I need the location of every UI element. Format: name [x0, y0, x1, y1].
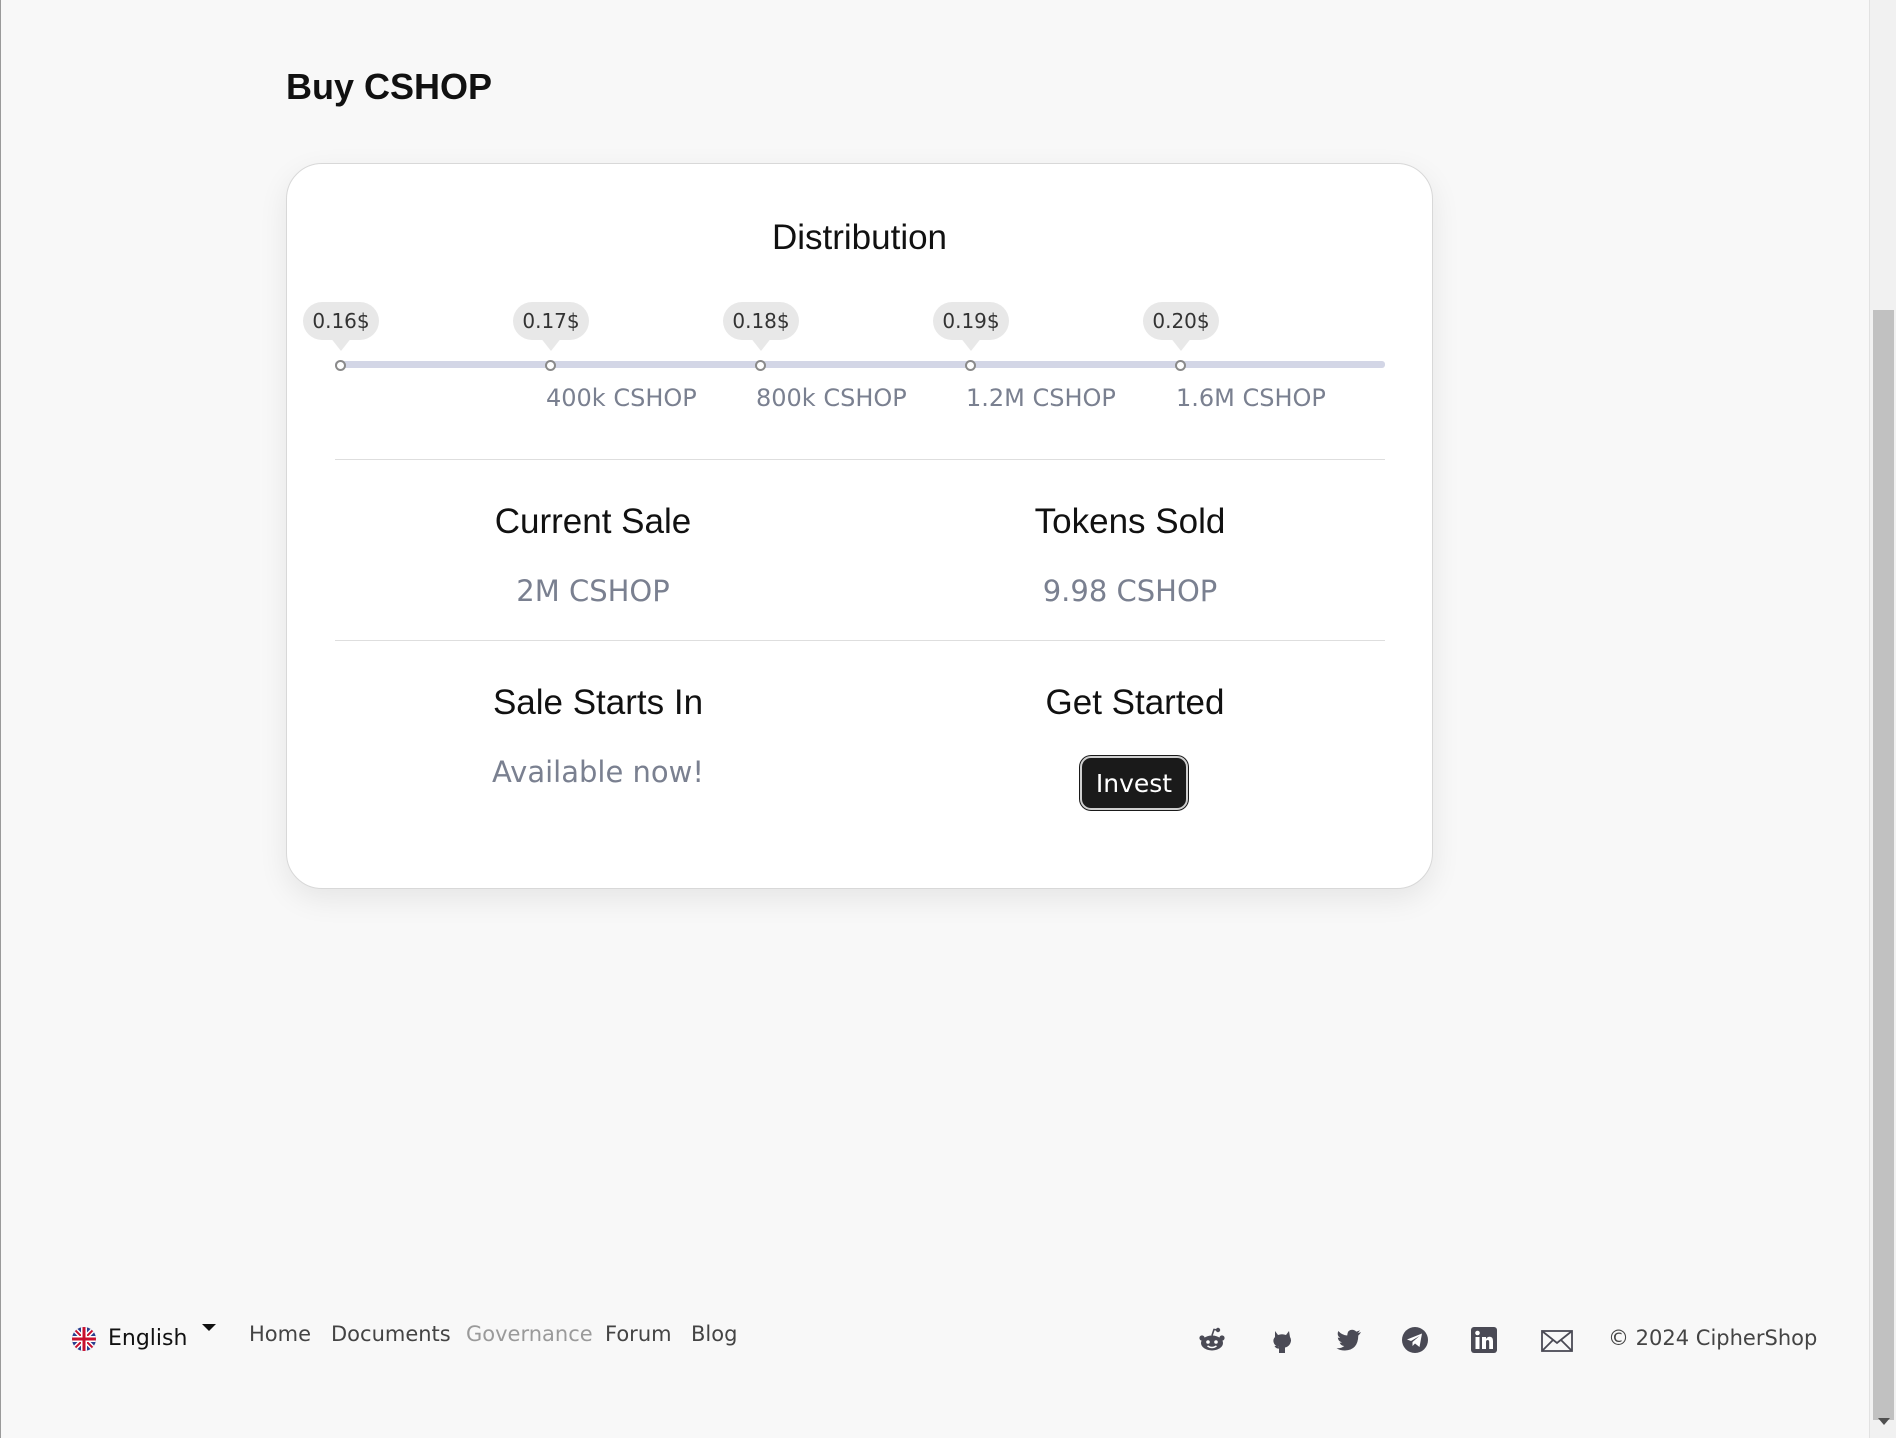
linkedin-icon[interactable]: [1470, 1326, 1498, 1354]
tier-price-1: 0.16$: [303, 302, 379, 351]
current-sale-label: Current Sale: [494, 502, 692, 541]
tier-price-3: 0.18$: [723, 302, 799, 351]
tier-milestone-4: 1.6M CSHOP: [1176, 384, 1326, 412]
nav-home[interactable]: Home: [249, 1322, 311, 1346]
language-selector[interactable]: English: [72, 1324, 216, 1351]
divider: [335, 459, 1385, 460]
tier-milestone-2: 800k CSHOP: [756, 384, 907, 412]
distribution-track: [335, 361, 1385, 368]
tier-price-2: 0.17$: [513, 302, 589, 351]
scrollbar-thumb[interactable]: [1873, 310, 1894, 1420]
scrollbar[interactable]: [1869, 0, 1896, 1438]
reddit-icon[interactable]: [1198, 1326, 1226, 1354]
scroll-down-arrow-icon[interactable]: [1878, 1418, 1890, 1425]
tier-price-4: 0.19$: [933, 302, 1009, 351]
sale-starts-value: Available now!: [492, 755, 704, 789]
footer: English Home Documents Governance Forum …: [0, 1310, 1870, 1370]
tier-dot-2: [545, 360, 556, 371]
language-label: English: [108, 1326, 188, 1351]
nav-governance[interactable]: Governance: [466, 1322, 593, 1346]
github-icon[interactable]: [1268, 1326, 1296, 1354]
sale-starts-label: Sale Starts In: [492, 683, 704, 722]
telegram-icon[interactable]: [1401, 1326, 1429, 1354]
divider: [335, 640, 1385, 641]
tier-dot-5: [1175, 360, 1186, 371]
invest-button[interactable]: Invest: [1080, 756, 1188, 810]
copyright: © 2024 CipherShop: [1608, 1326, 1818, 1350]
nav-documents[interactable]: Documents: [331, 1322, 451, 1346]
caret-down-icon: [202, 1324, 216, 1331]
get-started-label: Get Started: [1045, 683, 1225, 722]
left-border: [0, 0, 1, 1438]
mail-icon[interactable]: [1541, 1326, 1573, 1354]
tier-milestone-1: 400k CSHOP: [546, 384, 697, 412]
tier-dot-3: [755, 360, 766, 371]
nav-blog[interactable]: Blog: [691, 1322, 737, 1346]
sale-card: Distribution 0.16$ 0.17$ 0.18$ 0.19$ 0.2…: [286, 163, 1433, 889]
nav-forum[interactable]: Forum: [605, 1322, 672, 1346]
distribution-title: Distribution: [771, 218, 948, 257]
current-sale-value: 2M CSHOP: [516, 574, 670, 608]
tokens-sold-value: 9.98 CSHOP: [1042, 574, 1218, 608]
twitter-icon[interactable]: [1335, 1326, 1363, 1354]
uk-flag-icon: [72, 1326, 96, 1351]
tier-milestone-3: 1.2M CSHOP: [966, 384, 1116, 412]
tokens-sold-label: Tokens Sold: [1034, 502, 1226, 541]
page-title: Buy CSHOP: [286, 66, 493, 107]
tier-dot-4: [965, 360, 976, 371]
tier-price-5: 0.20$: [1143, 302, 1219, 351]
tier-dot-1: [335, 360, 346, 371]
